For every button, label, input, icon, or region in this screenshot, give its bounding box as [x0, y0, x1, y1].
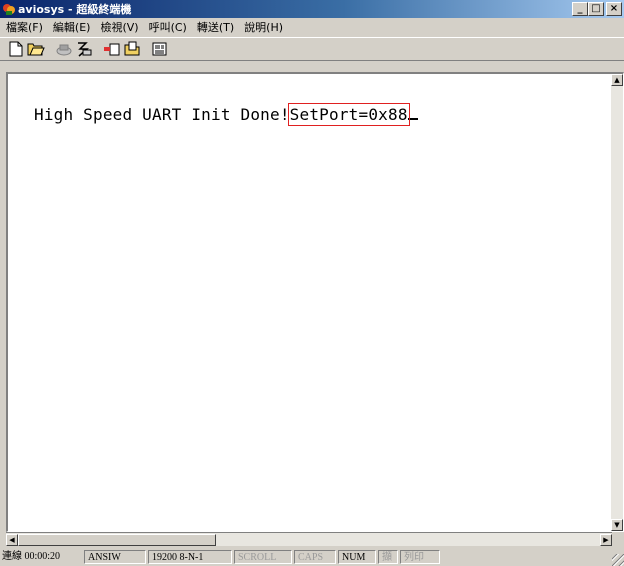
port-settings: 19200 8-N-1 [148, 550, 232, 564]
scroll-down-icon[interactable]: ▼ [611, 519, 623, 531]
receive-button[interactable] [122, 39, 142, 59]
disconnect-icon [78, 42, 92, 57]
status-bar: 連線 00:00:20 ANSIW 19200 8-N-1 SCROLL CAP… [0, 548, 624, 566]
terminal-output-line: High Speed UART Init Done!SetPort=0x88 [34, 103, 418, 126]
connect-icon [56, 44, 72, 56]
toolbar [0, 37, 624, 61]
open-icon [27, 43, 45, 56]
scroll-left-icon[interactable]: ◀ [6, 534, 18, 546]
receive-icon [124, 41, 140, 56]
open-button[interactable] [26, 39, 46, 59]
menu-view[interactable]: 檢視(V) [96, 19, 144, 35]
terminal-window: High Speed UART Init Done!SetPort=0x88 ▲… [6, 72, 624, 532]
terminal-screen[interactable]: High Speed UART Init Done!SetPort=0x88 [8, 74, 611, 531]
connection-time: 連線 00:00:20 [2, 551, 61, 562]
print-echo-indicator: 列印 [400, 550, 440, 564]
text-cursor [407, 104, 418, 120]
connect-button[interactable] [54, 39, 74, 59]
new-icon [9, 41, 23, 57]
resize-grip-icon[interactable] [612, 554, 624, 566]
disconnect-button[interactable] [74, 39, 94, 59]
menu-bar: 檔案(F) 編輯(E) 檢視(V) 呼叫(C) 轉送(T) 說明(H) [0, 18, 624, 36]
horizontal-scrollbar[interactable]: ◀ ▶ [6, 532, 612, 546]
title-bar[interactable]: aviosys - 超級終端機 _ □ × [0, 0, 624, 18]
menu-edit[interactable]: 編輯(E) [49, 19, 97, 35]
caps-lock-indicator: CAPS [294, 550, 336, 564]
horizontal-scroll-thumb[interactable] [18, 534, 216, 546]
scroll-lock-indicator: SCROLL [234, 550, 292, 564]
scroll-up-icon[interactable]: ▲ [611, 74, 623, 86]
emulation-mode: ANSIW [84, 550, 146, 564]
menu-transfer[interactable]: 轉送(T) [193, 19, 240, 35]
close-button[interactable]: × [606, 2, 622, 16]
hyperterminal-app-icon [3, 4, 15, 15]
window-controls: _ □ × [572, 2, 622, 16]
menu-file[interactable]: 檔案(F) [2, 19, 49, 35]
window-title: aviosys - 超級終端機 [18, 3, 132, 16]
scroll-right-icon[interactable]: ▶ [600, 534, 612, 546]
minimize-button[interactable]: _ [572, 2, 588, 16]
properties-button[interactable] [150, 39, 170, 59]
vertical-scrollbar[interactable]: ▲ ▼ [611, 74, 623, 531]
capture-indicator: 擷 [378, 550, 398, 564]
send-icon [104, 43, 120, 56]
num-lock-indicator: NUM [338, 550, 376, 564]
send-button[interactable] [102, 39, 122, 59]
menu-help[interactable]: 說明(H) [240, 19, 289, 35]
new-button[interactable] [6, 39, 26, 59]
menu-call[interactable]: 呼叫(C) [145, 19, 193, 35]
highlighted-command: SetPort=0x88 [287, 103, 410, 126]
maximize-button[interactable]: □ [588, 2, 604, 16]
terminal-output-text: High Speed UART Init Done! [34, 105, 290, 124]
properties-icon [152, 42, 167, 56]
